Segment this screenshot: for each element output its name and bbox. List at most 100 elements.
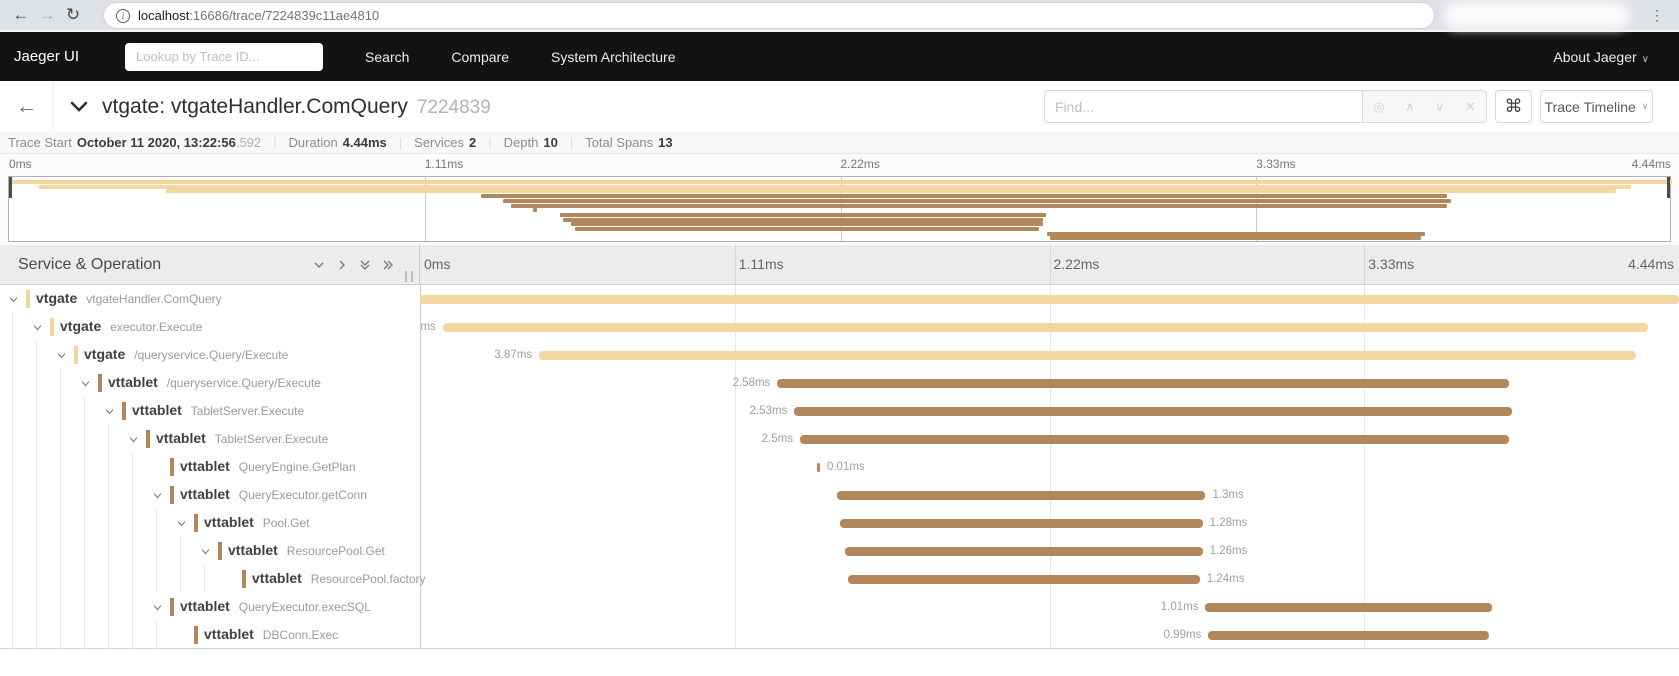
span-duration-bar[interactable] — [1205, 603, 1491, 612]
span-row-vtgatehandler-comquery[interactable]: vtgatevtgateHandler.ComQuery — [0, 285, 1679, 313]
service-name: vttabletQueryExecutor.execSQL — [180, 598, 371, 614]
span-duration-bar[interactable] — [1208, 631, 1489, 640]
operation-name: executor.Execute — [110, 320, 202, 334]
find-controls: ◎ ∧ ∨ ✕ — [1363, 90, 1487, 123]
span-row-resourcepool-factory[interactable]: vttabletResourcePool.factory1.24ms — [0, 565, 1679, 593]
timeline-header-gridline — [735, 245, 736, 284]
operation-name: /queryservice.Query/Execute — [134, 348, 288, 362]
trace-stats-bar: Trace Start October 11 2020, 13:22:56 .5… — [0, 132, 1679, 154]
collapse-all-icon[interactable] — [358, 258, 372, 272]
site-info-icon[interactable]: i — [116, 9, 130, 23]
address-bar[interactable]: i localhost:16686/trace/7224839c11ae4810 — [104, 3, 1434, 28]
minimap-right-drag-handle[interactable] — [1667, 177, 1670, 198]
timeline-tick-label: 1.11ms — [739, 256, 784, 272]
span-duration-bar[interactable] — [848, 575, 1200, 584]
operation-name: /queryservice.Query/Execute — [167, 376, 321, 390]
span-duration-label: ms — [420, 321, 435, 333]
span-duration-bar[interactable] — [420, 295, 1679, 304]
span-collapse-icon[interactable] — [80, 378, 91, 389]
duration-value: 4.44ms — [343, 135, 387, 150]
browser-toolbar: ← → ↻ i localhost:16686/trace/7224839c11… — [0, 0, 1679, 32]
tree-indent-guide — [108, 481, 109, 509]
keyboard-shortcuts-button[interactable]: ⌘ — [1495, 90, 1532, 123]
nav-item-search[interactable]: Search — [365, 49, 409, 65]
span-duration-bar[interactable] — [539, 351, 1636, 360]
operation-name: QueryExecutor.execSQL — [239, 600, 371, 614]
operation-name: TabletServer.Execute — [215, 432, 328, 446]
span-row-queryexecutor-getconn[interactable]: vttabletQueryExecutor.getConn1.3ms — [0, 481, 1679, 509]
find-input[interactable] — [1044, 90, 1363, 123]
span-duration-label: 2.58ms — [733, 377, 771, 389]
find-prev-icon[interactable]: ∧ — [1405, 99, 1415, 115]
trace-id-badge: 7224839 — [417, 97, 491, 118]
span-duration-label: 2.5ms — [762, 433, 793, 445]
span-row-tabletserver-execute[interactable]: vttabletTabletServer.Execute2.53ms — [0, 397, 1679, 425]
browser-reload-icon[interactable]: ↻ — [60, 5, 86, 25]
span-collapse-icon[interactable] — [8, 294, 19, 305]
service-color-chip — [242, 570, 246, 588]
tree-indent-guide — [12, 621, 13, 649]
locate-icon[interactable]: ◎ — [1373, 99, 1384, 115]
span-duration-bar[interactable] — [443, 323, 1648, 332]
url-text[interactable]: localhost:16686/trace/7224839c11ae4810 — [138, 8, 379, 23]
span-collapse-icon[interactable] — [176, 518, 187, 529]
minimap-canvas[interactable] — [8, 176, 1671, 242]
span-row-dbconn-exec[interactable]: vttabletDBConn.Exec0.99ms — [0, 621, 1679, 649]
about-jaeger-menu[interactable]: About Jaeger∨ — [1553, 49, 1649, 65]
tree-indent-guide — [36, 453, 37, 481]
span-collapse-icon[interactable] — [104, 406, 115, 417]
depth-value: 10 — [543, 135, 557, 150]
collapse-one-icon[interactable] — [312, 258, 326, 272]
expand-one-icon[interactable] — [335, 258, 349, 272]
span-collapse-icon[interactable] — [128, 434, 139, 445]
jaeger-ui-logo[interactable]: Jaeger UI — [14, 48, 79, 65]
browser-back-icon[interactable]: ← — [8, 5, 34, 25]
span-duration-bar[interactable] — [794, 407, 1511, 416]
column-resizer-grip[interactable] — [405, 271, 413, 282]
tree-indent-guide — [108, 593, 109, 621]
service-color-chip — [194, 514, 198, 532]
span-collapse-icon[interactable] — [152, 602, 163, 613]
span-duration-label: 1.3ms — [1212, 489, 1243, 501]
span-row-tabletserver-execute[interactable]: vttabletTabletServer.Execute2.5ms — [0, 425, 1679, 453]
find-clear-icon[interactable]: ✕ — [1465, 99, 1476, 115]
trace-id-lookup-input[interactable] — [125, 43, 323, 71]
span-collapse-icon[interactable] — [152, 490, 163, 501]
span-duration-bar[interactable] — [817, 463, 820, 472]
find-next-icon[interactable]: ∨ — [1435, 99, 1445, 115]
tree-indent-guide — [60, 481, 61, 509]
span-duration-bar[interactable] — [840, 519, 1203, 528]
span-duration-bar[interactable] — [837, 491, 1206, 500]
span-row-executor-execute[interactable]: vtgateexecutor.Executems — [0, 313, 1679, 341]
nav-item-system-architecture[interactable]: System Architecture — [551, 49, 676, 65]
collapse-trace-header-icon[interactable] — [70, 101, 88, 113]
span-row-queryengine-getplan[interactable]: vttabletQueryEngine.GetPlan0.01ms — [0, 453, 1679, 481]
span-duration-bar[interactable] — [800, 435, 1509, 444]
depth-label: Depth — [504, 135, 539, 150]
trace-view-selector[interactable]: Trace Timeline∨ — [1540, 90, 1653, 123]
tree-indent-guide — [60, 397, 61, 425]
tree-indent-guide — [132, 621, 133, 649]
span-collapse-icon[interactable] — [200, 546, 211, 557]
span-row--queryservice-query-execute[interactable]: vttablet/queryservice.Query/Execute2.58m… — [0, 369, 1679, 397]
span-row-queryexecutor-execsql[interactable]: vttabletQueryExecutor.execSQL1.01ms — [0, 593, 1679, 621]
browser-forward-icon[interactable]: → — [34, 5, 60, 25]
timeline-tick-label: 0ms — [424, 256, 450, 272]
span-duration-bar[interactable] — [845, 547, 1202, 556]
expand-all-icon[interactable] — [381, 258, 395, 272]
back-to-search-button[interactable]: ← — [0, 81, 54, 132]
find-bar: ◎ ∧ ∨ ✕ — [1044, 90, 1487, 123]
browser-menu-icon[interactable]: ⋮ — [1650, 7, 1664, 24]
minimap-left-drag-handle[interactable] — [9, 177, 12, 198]
minimap-span-bar — [533, 208, 537, 212]
span-row-pool-get[interactable]: vttabletPool.Get1.28ms — [0, 509, 1679, 537]
span-duration-bar[interactable] — [777, 379, 1509, 388]
span-row--queryservice-query-execute[interactable]: vtgate/queryservice.Query/Execute3.87ms — [0, 341, 1679, 369]
span-collapse-icon[interactable] — [32, 322, 43, 333]
span-collapse-icon[interactable] — [56, 350, 67, 361]
trace-view-selector-label: Trace Timeline — [1545, 99, 1636, 115]
span-row-resourcepool-get[interactable]: vttabletResourcePool.Get1.26ms — [0, 537, 1679, 565]
tree-indent-guide — [12, 509, 13, 537]
nav-item-compare[interactable]: Compare — [451, 49, 509, 65]
service-name: vttabletDBConn.Exec — [204, 626, 338, 642]
